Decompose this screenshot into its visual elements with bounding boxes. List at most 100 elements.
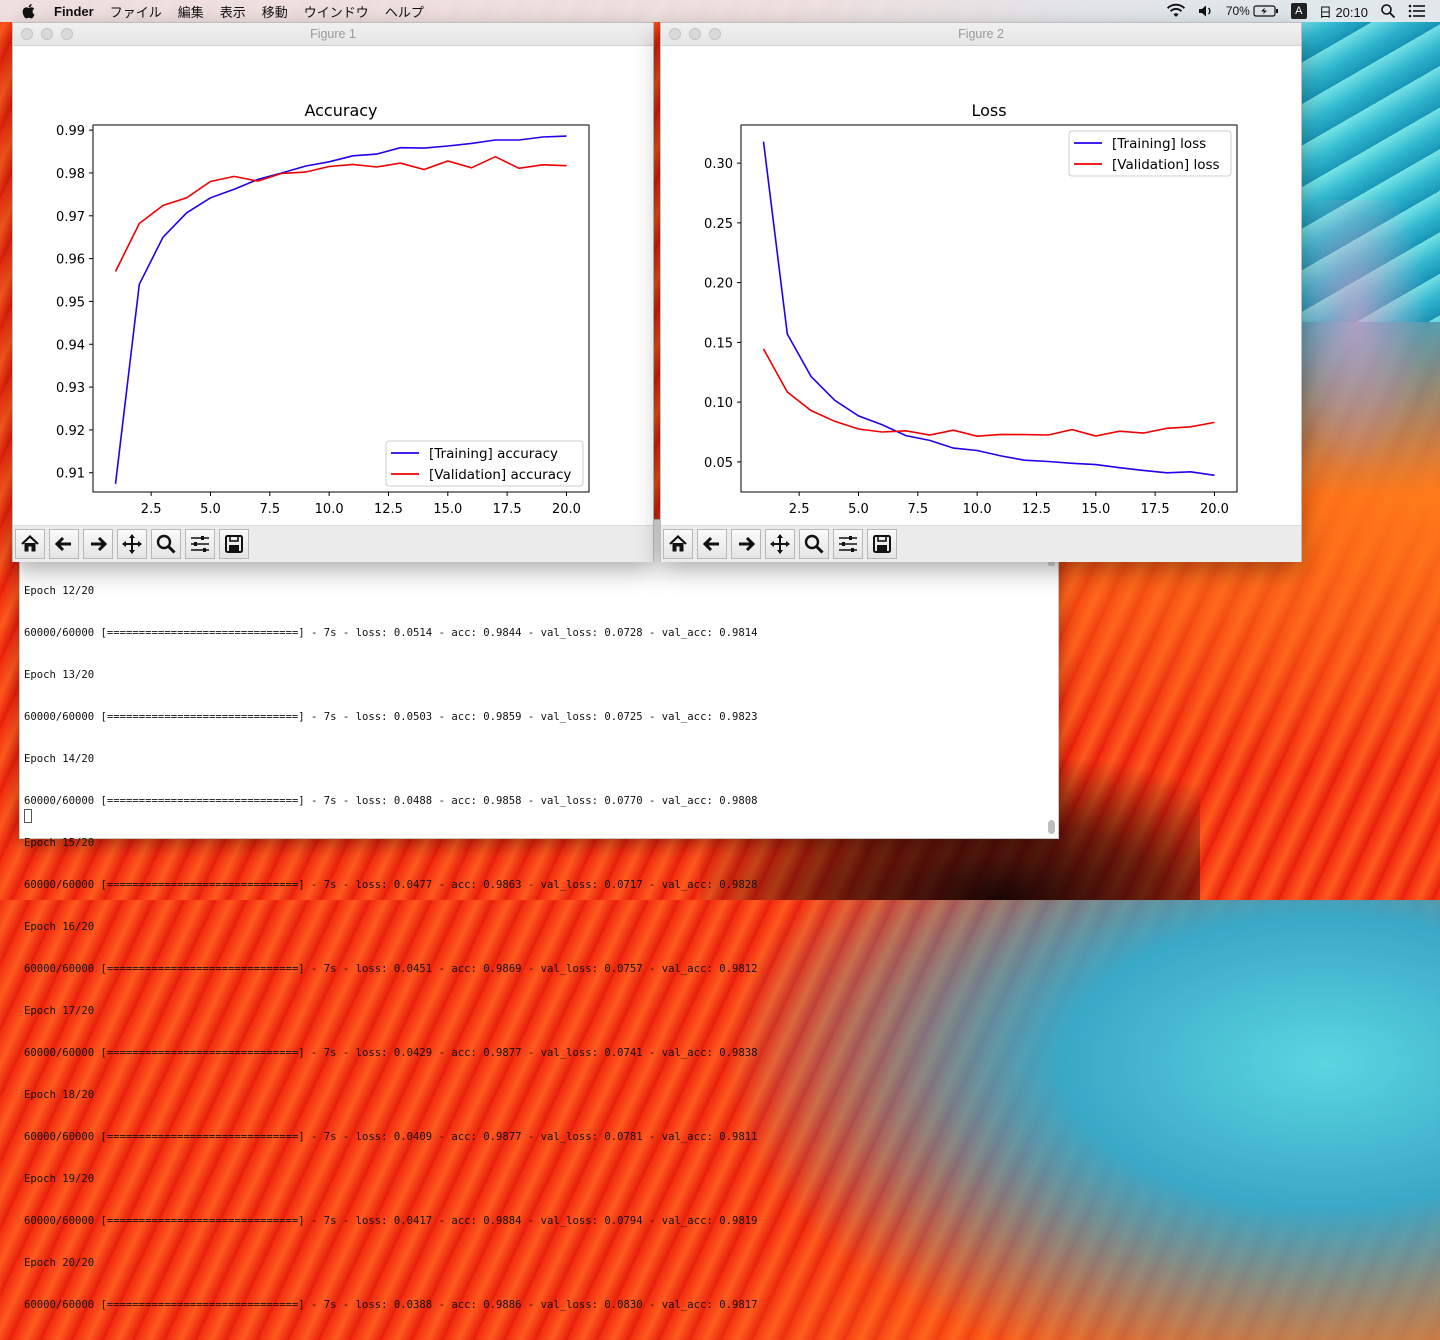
x-tick-label: 7.5 [907, 502, 928, 517]
battery-percent: 70% [1225, 4, 1250, 18]
terminal-line: Epoch 12/20 [24, 585, 95, 597]
zoom-rect-button[interactable] [151, 529, 181, 559]
battery-charging-icon [1253, 5, 1278, 17]
y-tick-label: 0.20 [704, 277, 733, 292]
home-button[interactable] [663, 529, 693, 559]
y-tick-label: 0.96 [56, 253, 85, 268]
zoom-rect-button[interactable] [799, 529, 829, 559]
forward-arrow-icon [739, 536, 756, 552]
terminal-window[interactable]: Epoch 12/20 60000/60000 [===============… [20, 520, 1058, 1311]
x-tick-label: 12.5 [1022, 502, 1051, 517]
training-series-line [114, 135, 567, 484]
terminal-line: 60000/60000 [===========================… [24, 1299, 758, 1311]
menu-app-name[interactable]: Finder [54, 4, 94, 19]
home-icon [669, 534, 687, 552]
x-tick-label: 17.5 [1141, 502, 1170, 517]
pan-icon [770, 534, 790, 554]
x-tick-label: 7.5 [259, 502, 280, 517]
pan-button[interactable] [117, 529, 147, 559]
terminal-line: 60000/60000 [===========================… [24, 1131, 758, 1143]
x-tick-label: 10.0 [963, 502, 992, 517]
terminal-line: 60000/60000 [===========================… [24, 627, 758, 639]
y-tick-label: 0.92 [56, 424, 85, 439]
spotlight-search-icon[interactable] [1380, 3, 1396, 19]
chart-title: Loss [971, 101, 1006, 120]
x-tick-label: 15.0 [1081, 502, 1110, 517]
pan-button[interactable] [765, 529, 795, 559]
back-button[interactable] [697, 529, 727, 559]
terminal-cursor [24, 809, 32, 823]
notification-center-icon[interactable] [1408, 4, 1426, 18]
window-title: Figure 2 [958, 27, 1004, 41]
zoom-icon [804, 534, 824, 554]
y-tick-label: 0.30 [704, 157, 733, 172]
pan-icon [122, 534, 142, 554]
figure-window-1[interactable]: Figure 1 Accuracy 2.5 5.0 7.5 10.0 12.5 15.0 17… [13, 23, 653, 562]
home-button[interactable] [15, 529, 45, 559]
terminal-line: Epoch 19/20 [24, 1173, 95, 1185]
terminal-line: Epoch 14/20 [24, 753, 95, 765]
configure-subplots-icon [191, 536, 209, 552]
y-tick-label: 0.98 [56, 167, 85, 182]
clock[interactable]: 日 20:10 [1319, 2, 1368, 21]
back-arrow-icon [702, 536, 719, 552]
x-tick-label: 2.5 [141, 502, 162, 517]
menu-window[interactable]: ウインドウ [304, 2, 369, 21]
configure-subplots-button[interactable] [833, 529, 863, 559]
apple-logo-icon[interactable] [20, 2, 38, 20]
titlebar[interactable]: Figure 2 [661, 23, 1301, 46]
x-tick-label: 5.0 [200, 502, 221, 517]
y-tick-label: 0.93 [56, 381, 85, 396]
terminal-output: Epoch 12/20 60000/60000 [===============… [24, 556, 1040, 1340]
terminal-line: 60000/60000 [===========================… [24, 963, 758, 975]
y-tick-label: 0.25 [704, 217, 733, 232]
titlebar[interactable]: Figure 1 [13, 23, 653, 46]
y-tick-label: 0.97 [56, 210, 85, 225]
input-source-indicator[interactable]: A [1290, 3, 1307, 19]
zoom-icon [156, 534, 176, 554]
wallpaper-wave-pink [1300, 200, 1440, 500]
battery-status[interactable]: 70% [1226, 4, 1279, 18]
back-button[interactable] [49, 529, 79, 559]
y-tick-label: 0.99 [56, 124, 85, 139]
figure-window-2[interactable]: Figure 2 Loss 2.5 5.0 7.5 10.0 12.5 15.0 17.5 20… [661, 23, 1301, 562]
terminal-line: Epoch 17/20 [24, 1005, 95, 1017]
y-tick-label: 0.10 [704, 396, 733, 411]
menu-view[interactable]: 表示 [220, 2, 246, 21]
x-tick-label: 2.5 [789, 502, 810, 517]
accuracy-chart: Accuracy 2.5 5.0 7.5 10.0 12.5 15.0 17.5 20.0 0.9… [56, 101, 590, 517]
y-tick-label: 0.95 [56, 295, 85, 310]
save-icon [225, 535, 243, 553]
x-tick-label: 15.0 [433, 502, 462, 517]
wifi-icon[interactable] [1166, 3, 1186, 19]
x-tick-label: 20.0 [1200, 502, 1229, 517]
y-tick-label: 0.15 [704, 336, 733, 351]
forward-button[interactable] [83, 529, 113, 559]
volume-icon[interactable] [1198, 3, 1214, 19]
validation-series-line [762, 348, 1215, 438]
menu-help[interactable]: ヘルプ [385, 2, 424, 21]
save-figure-button[interactable] [219, 529, 249, 559]
terminal-line: Epoch 15/20 [24, 837, 95, 849]
configure-subplots-button[interactable] [185, 529, 215, 559]
menu-go[interactable]: 移動 [262, 2, 288, 21]
legend-label: [Validation] loss [1112, 157, 1220, 173]
save-figure-button[interactable] [867, 529, 897, 559]
terminal-line: Epoch 16/20 [24, 921, 95, 933]
plot-toolbar [13, 525, 653, 562]
menu-edit[interactable]: 編集 [178, 2, 204, 21]
save-icon [873, 535, 891, 553]
x-tick-label: 12.5 [374, 502, 403, 517]
axes-frame [92, 124, 590, 493]
forward-button[interactable] [731, 529, 761, 559]
terminal-line: Epoch 20/20 [24, 1257, 95, 1269]
chart-title: Accuracy [304, 101, 377, 120]
window-title: Figure 1 [310, 27, 356, 41]
x-tick-label: 5.0 [848, 502, 869, 517]
terminal-scrollbar-thumb[interactable] [1048, 820, 1055, 834]
terminal-line: 60000/60000 [===========================… [24, 795, 758, 807]
menu-file[interactable]: ファイル [110, 2, 162, 21]
plot-toolbar [661, 525, 1301, 562]
configure-subplots-icon [839, 536, 857, 552]
legend-label: [Validation] accuracy [429, 467, 571, 483]
